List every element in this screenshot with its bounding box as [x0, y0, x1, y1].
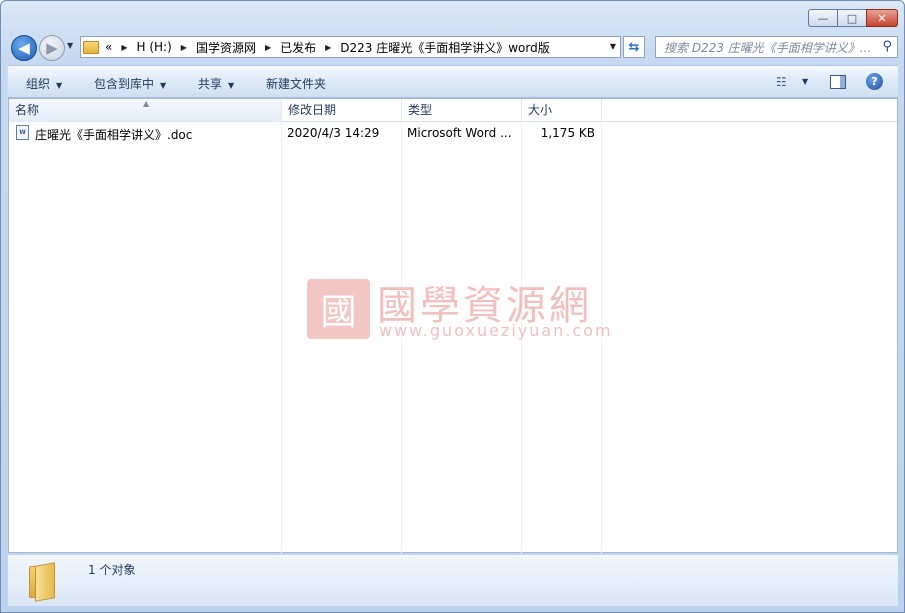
search-icon[interactable]: ⚲: [882, 39, 892, 54]
breadcrumb-item[interactable]: D223 庄曜光《手面相学讲义》word版: [340, 39, 549, 56]
include-in-library-button[interactable]: 包含到库中 ▼: [94, 75, 166, 92]
caption-buttons: — □ ✕: [808, 9, 898, 27]
word-doc-icon: W: [16, 125, 29, 140]
column-divider: [281, 122, 282, 554]
command-bar: 组织 ▼ 包含到库中 ▼ 共享 ▼ 新建文件夹 ☷ ▼ ?: [8, 65, 898, 98]
file-row[interactable]: W 庄曜光《手面相学讲义》.doc 2020/4/3 14:29 Microso…: [9, 123, 897, 143]
maximize-button[interactable]: □: [837, 9, 866, 27]
column-modified[interactable]: 修改日期: [282, 99, 402, 122]
file-modified: 2020/4/3 14:29: [287, 126, 380, 140]
file-name: 庄曜光《手面相学讲义》.doc: [35, 128, 193, 142]
help-icon[interactable]: ?: [866, 73, 883, 90]
forward-arrow-icon: ▶: [46, 39, 58, 57]
new-folder-button[interactable]: 新建文件夹: [266, 75, 326, 92]
share-button[interactable]: 共享 ▼: [198, 75, 234, 92]
preview-pane-icon[interactable]: [830, 75, 846, 89]
sort-ascending-icon: ▲: [143, 99, 150, 108]
address-bar[interactable]: «▶ H (H:) ▶ 国学资源网 ▶ 已发布 ▶ D223 庄曜光《手面相学讲义》w…: [80, 36, 621, 58]
close-button[interactable]: ✕: [866, 9, 898, 27]
breadcrumb-item[interactable]: H (H:) ▶: [137, 40, 196, 54]
forward-button[interactable]: ▶: [39, 35, 65, 61]
back-arrow-icon: ◀: [18, 39, 30, 57]
breadcrumb-overflow[interactable]: «▶: [105, 40, 137, 54]
chevron-down-icon: ▼: [228, 81, 235, 90]
folder-icon: [29, 562, 59, 602]
breadcrumb-item[interactable]: 国学资源网 ▶: [196, 39, 280, 56]
address-dropdown-icon[interactable]: ▼: [610, 42, 616, 51]
explorer-window: — □ ✕ ◀ ▶ ▼ «▶ H (H:) ▶ 国学资源网 ▶ 已发布 ▶ D223 …: [0, 0, 905, 613]
file-list[interactable]: 名称 ▲ 修改日期 类型 大小 W 庄曜光《手面相学讲义》.doc 2020/4…: [8, 98, 898, 554]
file-type: Microsoft Word ...: [407, 126, 512, 140]
column-type[interactable]: 类型: [402, 99, 522, 122]
organize-button[interactable]: 组织 ▼: [26, 75, 62, 92]
refresh-button[interactable]: ⇆: [623, 36, 645, 58]
column-size[interactable]: 大小: [522, 99, 602, 122]
chevron-down-icon: ▼: [56, 81, 63, 90]
breadcrumb-item[interactable]: 已发布 ▶: [280, 39, 340, 56]
column-header: 名称 ▲ 修改日期 类型 大小: [9, 99, 897, 122]
navigation-row: ◀ ▶ ▼ «▶ H (H:) ▶ 国学资源网 ▶ 已发布 ▶ D223 庄曜光《手面…: [9, 34, 898, 61]
back-button[interactable]: ◀: [11, 35, 37, 61]
view-options-icon[interactable]: ☷: [776, 75, 787, 89]
chevron-down-icon: ▼: [160, 81, 167, 90]
details-pane: 1 个对象: [8, 554, 898, 606]
column-name[interactable]: 名称 ▲: [9, 99, 282, 122]
item-count: 1 个对象: [88, 563, 136, 577]
watermark-url: www.guoxueziyuan.com: [379, 321, 613, 340]
view-dropdown-icon[interactable]: ▼: [802, 77, 808, 86]
watermark-logo: 國: [307, 279, 370, 339]
minimize-button[interactable]: —: [808, 9, 837, 27]
search-placeholder: 搜索 D223 庄曜光《手面相学讲义》...: [664, 40, 872, 55]
recent-pages-dropdown-icon[interactable]: ▼: [67, 41, 73, 50]
refresh-icon: ⇆: [628, 39, 640, 55]
file-size: 1,175 KB: [540, 126, 595, 140]
search-input[interactable]: 搜索 D223 庄曜光《手面相学讲义》... ⚲: [655, 36, 898, 58]
folder-icon: [83, 40, 99, 54]
